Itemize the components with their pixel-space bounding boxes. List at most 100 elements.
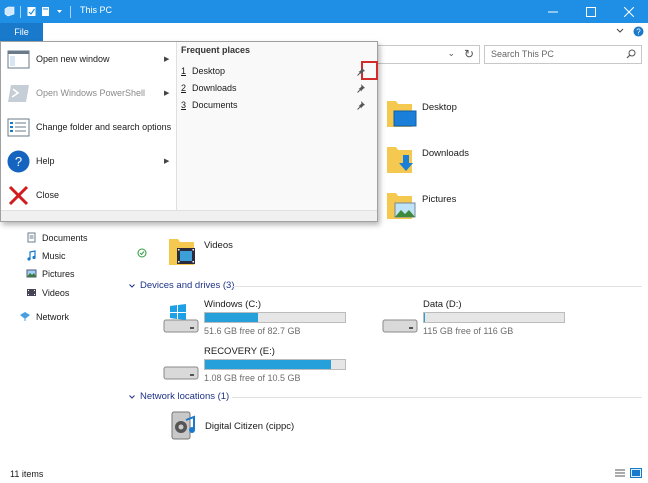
frequent-place-label: Documents [192,100,238,110]
details-view-icon[interactable] [614,468,626,478]
hard-drive-icon [163,366,199,380]
section-divider [232,397,642,398]
drive-free-space: 115 GB free of 116 GB [423,326,514,336]
frequent-place-label: Desktop [192,66,226,76]
frequent-place-downloads[interactable]: 2 Downloads [181,80,373,96]
network-media-icon [171,411,195,440]
pictures-folder-icon [387,193,416,219]
pin-icon[interactable] [357,83,367,93]
videos-icon [27,289,36,296]
quick-access-toolbar [4,4,73,19]
ribbon-controls: ? [615,26,644,37]
address-bar[interactable]: ⌄ ↻ [376,45,480,64]
section-devices-and-drives[interactable]: Devices and drives (3) [128,280,235,291]
videos-folder-icon [169,239,195,265]
desktop-folder-icon [387,101,417,127]
maximize-button[interactable] [572,0,610,23]
title-bar: This PC [0,0,648,23]
folder-downloads[interactable]: Downloads [384,143,469,177]
chevron-down-icon[interactable]: ⌄ [447,48,455,59]
file-menu-footer [1,210,377,221]
section-title: Network locations (1) [140,391,230,402]
drive-name: Windows (C:) [204,299,262,310]
pin-icon[interactable] [357,66,367,76]
sidebar-item-documents[interactable]: Documents [26,232,88,243]
folder-label: Downloads [422,147,469,159]
sidebar-item-network[interactable]: Network [19,311,69,322]
folder-label: Desktop [422,101,457,113]
help-icon: ? [7,150,30,172]
close-icon [8,185,29,205]
new-folder-icon[interactable] [40,6,51,17]
folder-label: Pictures [422,193,457,205]
submenu-arrow-icon: ▶ [164,56,170,63]
pin-icon[interactable] [357,100,367,110]
toolbar-separator [70,5,71,18]
submenu-arrow-icon: ▶ [164,90,170,97]
large-icons-view-icon[interactable] [630,468,642,478]
file-explorer-icon [4,6,15,17]
menu-item-open-powershell[interactable]: Open Windows PowerShell ▶ [1,76,176,110]
close-window-button[interactable] [610,0,648,23]
sidebar-item-label: Music [42,250,66,261]
network-location-digital-citizen[interactable]: Digital Citizen (cippc) [166,409,294,443]
frequent-places-title: Frequent places [181,45,251,55]
sidebar-item-music[interactable]: Music [26,250,66,261]
sidebar-item-pictures[interactable]: Pictures [26,268,75,279]
sync-status-icon [137,248,147,258]
sidebar-item-label: Documents [42,232,88,243]
menu-item-label: Change folder and search options [36,122,172,132]
svg-text:?: ? [15,154,22,169]
menu-item-close[interactable]: Close [1,178,176,212]
tab-file[interactable]: File [0,23,43,41]
close-icon [624,6,634,17]
windows-drive-icon [163,304,199,333]
ribbon-tab-row: File ? [0,23,648,41]
section-network-locations[interactable]: Network locations (1) [128,391,229,402]
sidebar-item-videos[interactable]: Videos [26,287,69,298]
folder-pictures[interactable]: Pictures [384,189,456,223]
search-placeholder: Search This PC [491,49,554,59]
customize-toolbar-icon[interactable] [54,6,65,17]
search-input[interactable]: Search This PC [484,45,642,64]
help-icon[interactable]: ? [633,26,644,37]
maximize-icon [586,6,596,17]
folder-videos[interactable]: Videos [166,235,233,269]
minimize-icon [548,11,558,12]
sidebar-item-label: Network [36,311,70,322]
menu-item-change-folder-options[interactable]: Change folder and search options [1,110,176,144]
drive-usage-fill [205,313,258,322]
item-count: 11 items [10,469,44,479]
frequent-place-label: Downloads [192,83,237,93]
properties-icon[interactable] [26,6,37,17]
menu-item-open-new-window[interactable]: Open new window ▶ [1,42,176,76]
refresh-icon[interactable]: ↻ [464,47,474,61]
file-menu-commands: Open new window ▶ Open Windows PowerShel… [1,42,176,210]
menu-item-help[interactable]: ? Help ▶ [1,144,176,178]
menu-item-label: Open new window [36,54,110,64]
frequent-place-number: 3 [181,100,187,110]
new-window-icon [7,50,30,68]
drive-usage-bar [204,312,346,323]
folder-desktop[interactable]: Desktop [384,97,457,131]
chevron-down-icon [129,394,135,399]
frequent-place-desktop[interactable]: 1 Desktop [181,61,378,80]
minimize-button[interactable] [534,0,572,23]
drive-usage-fill [424,313,426,322]
drive-usage-bar [423,312,565,323]
frequent-place-documents[interactable]: 3 Documents [181,97,373,113]
frequent-place-number: 1 [181,66,187,76]
network-icon [20,312,30,321]
pictures-icon [26,269,37,278]
sidebar-item-label: Pictures [42,268,75,279]
window-title: This PC [80,5,113,15]
drive-free-space: 51.6 GB free of 82.7 GB [204,326,301,336]
folder-options-icon [7,118,30,136]
powershell-icon [8,84,29,102]
drive-name: Data (D:) [423,299,462,310]
chevron-down-icon [129,283,135,288]
frequent-places-panel: Frequent places 1 Desktop 2 Downloads 3 … [177,42,378,210]
file-menu: Open new window ▶ Open Windows PowerShel… [0,41,378,222]
chevron-down-icon[interactable] [615,26,625,36]
drive-free-space: 1.08 GB free of 10.5 GB [204,373,301,383]
